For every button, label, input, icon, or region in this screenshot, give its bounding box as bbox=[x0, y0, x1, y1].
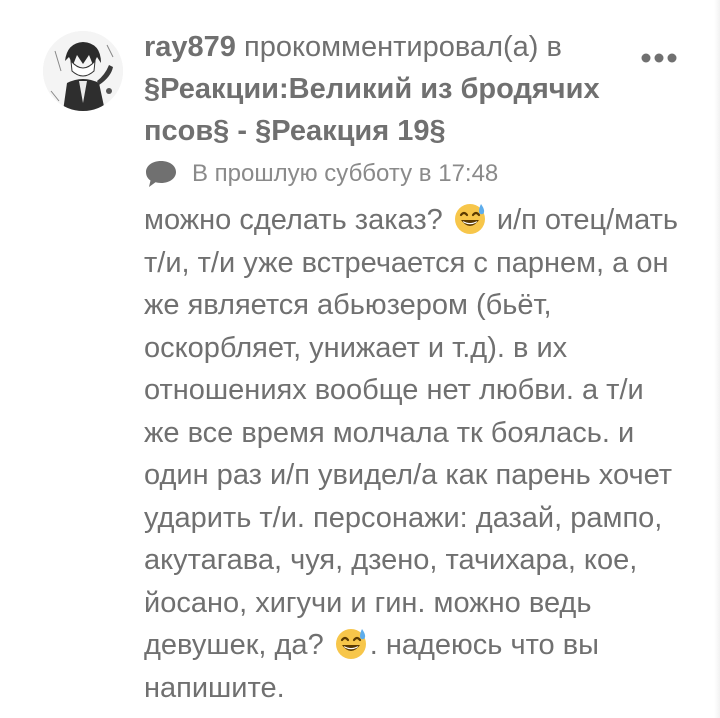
comment-meta: В прошлую субботу в 17:48 bbox=[144, 156, 498, 192]
target-post-link[interactable]: §Реакции:Великий из бродячих псов§ - §Ре… bbox=[144, 73, 600, 147]
anime-character-avatar bbox=[43, 31, 123, 111]
comment-text: можно сделать заказ? и/п отец/мать т/и, … bbox=[144, 199, 684, 709]
timestamp: В прошлую субботу в 17:48 bbox=[192, 160, 499, 187]
notification-header: ray879 прокомментировал(а) в §Реакции:Ве… bbox=[144, 26, 624, 152]
username-link[interactable]: ray879 bbox=[144, 31, 236, 63]
user-avatar[interactable] bbox=[43, 31, 123, 111]
comment-notification[interactable]: ray879 прокомментировал(а) в §Реакции:Ве… bbox=[0, 0, 720, 718]
action-text: прокомментировал(а) в bbox=[235, 31, 562, 63]
smiling-face-with-sweat-icon bbox=[454, 204, 485, 235]
right-edge-shadow bbox=[714, 0, 720, 718]
comment-text-part-2: и/п отец/мать т/и, т/и уже встречается с… bbox=[144, 204, 678, 661]
speech-bubble-icon bbox=[146, 161, 176, 187]
smiling-face-with-sweat-icon bbox=[335, 629, 366, 660]
more-options-icon bbox=[641, 53, 677, 63]
comment-text-part-1: можно сделать заказ? bbox=[144, 204, 451, 236]
more-options-button[interactable] bbox=[632, 38, 692, 78]
